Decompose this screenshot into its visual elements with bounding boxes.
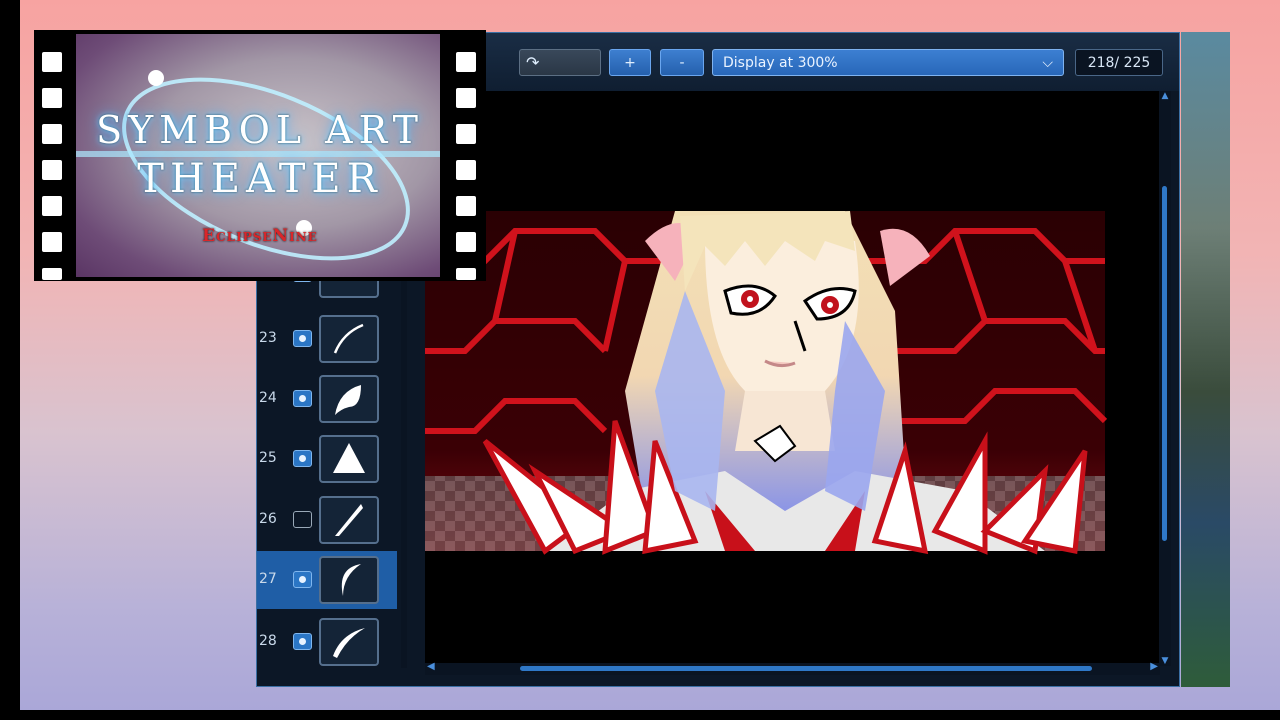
game-background-scene [1181,32,1230,687]
display-zoom-select[interactable]: Display at 300% ⌵ [712,49,1064,76]
layer-thumbnail [319,435,379,483]
visibility-eye-icon[interactable] [293,330,312,347]
visibility-eye-icon[interactable] [293,633,312,650]
layer-row[interactable]: 25 [257,430,397,488]
vertical-scroll-thumb[interactable] [1162,186,1167,541]
visibility-eye-icon[interactable] [293,390,312,407]
bottom-black-border [0,710,1280,720]
layer-row-selected[interactable]: 27 [257,551,397,609]
left-black-border [0,0,20,720]
layer-number: 25 [259,450,277,466]
layer-row[interactable]: 28 [257,613,397,671]
layer-list-scrollbar[interactable] [401,273,407,668]
layer-number: 27 [259,571,277,587]
logo-title-line1: SYMBOL ART [96,108,424,152]
film-sprocket-icon [456,52,476,72]
redo-button[interactable]: ↷ [519,49,601,76]
layer-row[interactable]: 26 [257,491,397,549]
visibility-eye-off-icon[interactable] [293,511,312,528]
zoom-in-button[interactable]: + [609,49,651,76]
film-sprocket-icon [456,88,476,108]
layer-list: 22 23 24 25 26 [257,250,407,673]
layer-thumbnail [319,556,379,604]
film-sprocket-icon [42,268,62,280]
redo-arrow-icon: ↷ [526,53,540,72]
logo-title-line2: THEATER [137,156,383,202]
scroll-left-icon[interactable]: ◀ [427,661,435,672]
film-sprocket-icon [42,52,62,72]
zoom-out-button[interactable]: - [660,49,704,76]
layer-counter: 218/ 225 [1075,49,1163,76]
layer-row[interactable]: 24 [257,370,397,428]
art-canvas[interactable] [425,91,1160,666]
film-sprocket-icon [42,88,62,108]
canvas-vertical-scrollbar[interactable]: ▲ ▼ [1159,91,1171,666]
layer-number: 26 [259,511,277,527]
layer-number: 28 [259,633,277,649]
display-zoom-value: Display at 300% [723,55,838,71]
chevron-down-icon: ⌵ [1042,55,1053,71]
canvas-horizontal-scrollbar[interactable]: ◀ ▶ [425,661,1160,675]
visibility-eye-icon[interactable] [293,571,312,588]
scroll-right-icon[interactable]: ▶ [1150,661,1158,672]
symbol-art-theater-logo: SYMBOL ART THEATER EclipseNine [34,30,486,281]
layer-thumbnail [319,618,379,666]
layer-row[interactable]: 23 [257,310,397,368]
visibility-eye-icon[interactable] [293,450,312,467]
layer-thumbnail [319,315,379,363]
symbol-art-artwork [425,211,1108,555]
layer-number: 24 [259,390,277,406]
logo-subtitle: EclipseNine [202,226,318,246]
film-sprocket-icon [456,268,476,280]
layer-thumbnail [319,496,379,544]
layer-thumbnail [319,375,379,423]
horizontal-scroll-thumb[interactable] [520,666,1092,671]
scroll-down-icon[interactable]: ▼ [1159,656,1171,666]
scroll-up-icon[interactable]: ▲ [1159,91,1171,101]
layer-number: 23 [259,330,277,346]
